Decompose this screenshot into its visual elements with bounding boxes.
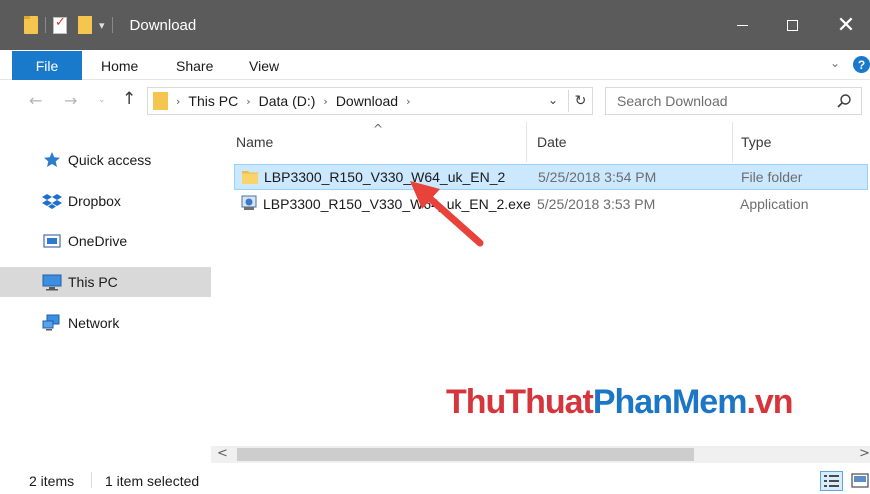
watermark-part: .vn [746,383,793,421]
up-arrow-icon[interactable]: ↑ [122,89,136,109]
file-type: File folder [741,169,803,185]
breadcrumb-this-pc[interactable]: This PC [188,93,238,109]
refresh-icon[interactable]: ↻ [568,90,592,112]
item-count: 2 items [29,473,75,489]
breadcrumb-download[interactable]: Download [336,93,398,109]
help-icon[interactable]: ? [853,56,870,73]
watermark-part: PhanMem [592,383,748,421]
folder-icon [153,92,168,110]
sidebar-item-label: Network [68,315,120,331]
scrollbar-thumb[interactable] [237,448,694,461]
recent-locations-icon[interactable]: ⌄ [98,95,106,105]
file-date: 5/25/2018 3:54 PM [538,169,657,185]
sidebar-item-label: Dropbox [68,193,121,209]
column-divider[interactable] [526,122,527,162]
breadcrumb-separator[interactable]: › [176,95,180,108]
watermark-part: ThuThuat [446,383,594,421]
scroll-right-icon[interactable]: > [859,446,870,461]
minimize-button[interactable] [716,0,768,50]
sidebar-item-onedrive[interactable]: OneDrive [0,226,211,256]
minimize-icon [736,24,748,26]
breadcrumb-separator[interactable]: › [406,95,410,108]
column-header-name[interactable]: Name [236,122,273,162]
watermark-logo: ThuThuatPhanMem.vn [446,383,794,422]
table-row[interactable]: LBP3300_R150_V330_W64_uk_EN_2 5/25/2018 … [234,164,868,190]
file-name: LBP3300_R150_V330_W64_uk_EN_2.exe [263,196,531,212]
sidebar-item-dropbox[interactable]: Dropbox [0,186,211,216]
title-separator [111,17,113,33]
selection-count: 1 item selected [105,473,200,489]
customize-toolbar-icon[interactable]: ▾ [99,19,105,32]
tab-file[interactable]: File [12,51,82,80]
sidebar-item-this-pc[interactable]: This PC [0,267,211,297]
navigation-pane: Quick access Dropbox OneDrive This PC Ne… [0,122,211,462]
breadcrumb-separator[interactable]: › [323,95,327,108]
network-icon [42,313,62,333]
maximize-button[interactable] [766,0,818,50]
status-separator [91,472,92,488]
window-title: Download [129,16,197,34]
sidebar-item-quick-access[interactable]: Quick access [0,145,211,175]
sidebar-item-label: Quick access [68,152,152,168]
expand-ribbon-icon[interactable]: ⌄ [830,56,840,70]
chevron-down-icon[interactable]: ⌄ [548,93,558,107]
new-folder-icon[interactable] [78,16,92,34]
breadcrumb-data-drive[interactable]: Data (D:) [259,93,316,109]
folder-icon [242,171,258,184]
ribbon: File Home Share View ⌄ ? [0,50,870,80]
title-bar: ▾ Download ✕ [0,0,870,50]
star-icon [42,150,62,170]
folder-icon[interactable] [24,16,38,34]
table-row[interactable]: LBP3300_R150_V330_W64_uk_EN_2.exe 5/25/2… [234,191,868,217]
column-header-date[interactable]: Date [537,122,567,162]
sidebar-item-label: OneDrive [68,233,128,249]
sort-ascending-icon: ^ [373,122,384,136]
column-divider[interactable] [732,122,733,162]
sidebar-item-label: This PC [68,274,118,290]
scroll-left-icon[interactable]: < [217,446,228,461]
tab-home[interactable]: Home [101,51,138,80]
search-icon[interactable] [835,92,853,110]
breadcrumb-separator[interactable]: › [246,95,250,108]
navigation-bar: ← → ⌄ ↑ › This PC › Data (D:) › Download… [0,80,870,122]
close-button[interactable]: ✕ [820,0,870,50]
file-date: 5/25/2018 3:53 PM [537,196,656,212]
maximize-icon [786,19,798,31]
address-bar[interactable]: › This PC › Data (D:) › Download › ⌄ ↻ [147,87,593,115]
onedrive-icon [42,231,62,251]
back-arrow-icon[interactable]: ← [29,91,42,110]
file-type: Application [740,196,809,212]
dropbox-icon [42,191,62,211]
tab-share[interactable]: Share [176,51,213,80]
installer-icon [241,195,257,210]
quick-access-separator [45,17,46,33]
status-bar: 2 items 1 item selected [0,466,870,494]
search-box [605,87,862,115]
horizontal-scrollbar[interactable]: < > [211,446,870,463]
forward-arrow-icon[interactable]: → [64,91,77,110]
annotation-arrow-icon [410,181,484,247]
search-input[interactable] [606,88,828,114]
close-icon: ✕ [836,12,856,38]
details-view-icon[interactable] [820,471,843,491]
properties-icon[interactable] [53,15,67,34]
computer-icon [42,272,62,292]
sidebar-item-network[interactable]: Network [0,308,211,338]
tab-view[interactable]: View [249,51,279,80]
column-header-type[interactable]: Type [741,122,771,162]
large-icons-view-icon[interactable] [850,471,870,491]
